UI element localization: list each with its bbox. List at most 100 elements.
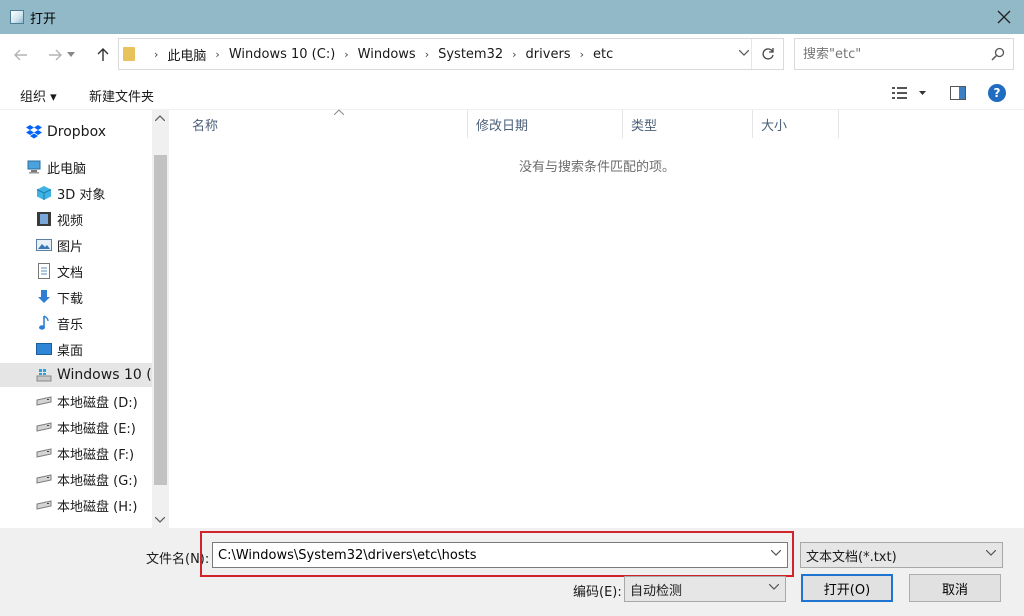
column-header-date-modified[interactable]: 修改日期 bbox=[468, 110, 623, 138]
chevron-down-icon bbox=[985, 549, 997, 559]
chevron-down-icon bbox=[768, 583, 780, 593]
downloads-icon bbox=[36, 289, 52, 305]
cancel-button[interactable]: 取消 bbox=[909, 574, 1001, 602]
sidebar-item-3d-objects[interactable]: 3D 对象 bbox=[0, 181, 152, 205]
documents-icon bbox=[36, 263, 52, 279]
sidebar-item-drive-e[interactable]: 本地磁盘 (E:) bbox=[0, 415, 152, 439]
file-type-select[interactable]: 文本文档(*.txt) bbox=[800, 542, 1003, 568]
sidebar-item-windows-c[interactable]: Windows 10 (C bbox=[0, 363, 152, 387]
chevron-up-icon bbox=[154, 115, 166, 122]
details-view-icon bbox=[892, 87, 926, 99]
column-header-type[interactable]: 类型 bbox=[623, 110, 753, 138]
breadcrumb-drive-c[interactable]: Windows 10 (C:) bbox=[229, 47, 335, 62]
notepad-icon bbox=[10, 10, 24, 24]
column-header-size[interactable]: 大小 bbox=[753, 110, 839, 138]
view-options-button[interactable] bbox=[892, 86, 928, 104]
filename-input[interactable] bbox=[218, 547, 758, 563]
breadcrumb-etc[interactable]: etc bbox=[593, 47, 613, 62]
forward-arrow-icon bbox=[49, 49, 62, 61]
sidebar-item-drive-h[interactable]: 本地磁盘 (H:) bbox=[0, 493, 152, 517]
desktop-icon bbox=[36, 341, 52, 357]
up-button[interactable] bbox=[92, 44, 114, 66]
breadcrumb-drivers[interactable]: drivers bbox=[526, 47, 571, 62]
sidebar-item-dropbox[interactable]: Dropbox bbox=[0, 120, 152, 144]
breadcrumb-this-pc[interactable]: 此电脑 bbox=[167, 45, 206, 64]
close-icon bbox=[997, 10, 1011, 24]
sidebar-item-drive-f[interactable]: 本地磁盘 (F:) bbox=[0, 441, 152, 465]
sidebar-scrollbar[interactable] bbox=[152, 110, 169, 528]
organize-menu[interactable]: 组织 ▾ bbox=[20, 86, 57, 105]
column-header-name[interactable]: 名称 bbox=[184, 108, 468, 138]
system-drive-icon bbox=[36, 367, 52, 383]
this-pc-icon bbox=[26, 159, 42, 175]
bottom-panel: 文件名(N): 文本文档(*.txt) 编码(E): 自动检测 打开(O) 取消 bbox=[0, 528, 1024, 616]
preview-pane-icon bbox=[950, 86, 966, 100]
sort-ascending-icon bbox=[333, 108, 345, 118]
sidebar-item-drive-g[interactable]: 本地磁盘 (G:) bbox=[0, 467, 152, 491]
help-button[interactable]: ? bbox=[988, 84, 1006, 102]
chevron-down-icon bbox=[67, 52, 75, 57]
chevron-right-icon: › bbox=[154, 47, 159, 61]
folder-icon bbox=[123, 47, 135, 61]
file-list[interactable]: 名称 修改日期 类型 大小 没有与搜索条件匹配的项。 bbox=[170, 108, 1024, 528]
search-icon[interactable] bbox=[991, 47, 1005, 65]
chevron-right-icon: › bbox=[512, 47, 517, 61]
sidebar-item-documents[interactable]: 文档 bbox=[0, 259, 152, 283]
sidebar-item-downloads[interactable]: 下载 bbox=[0, 285, 152, 309]
refresh-button[interactable] bbox=[751, 39, 783, 69]
up-arrow-icon bbox=[97, 48, 109, 61]
address-history-dropdown[interactable] bbox=[738, 48, 750, 59]
address-bar-row: › 此电脑 › Windows 10 (C:) › Windows › Syst… bbox=[0, 34, 1024, 76]
sidebar-item-this-pc[interactable]: 此电脑 bbox=[0, 155, 152, 179]
3d-objects-icon bbox=[36, 185, 52, 201]
scrollbar-thumb[interactable] bbox=[154, 155, 167, 485]
preview-pane-button[interactable] bbox=[950, 86, 966, 104]
pictures-icon bbox=[36, 237, 52, 253]
drive-icon bbox=[36, 497, 52, 513]
sidebar-item-drive-d[interactable]: 本地磁盘 (D:) bbox=[0, 389, 152, 413]
filename-combobox[interactable] bbox=[212, 542, 788, 568]
chevron-right-icon: › bbox=[344, 47, 349, 61]
back-button[interactable] bbox=[10, 44, 32, 66]
sidebar-item-videos[interactable]: 视频 bbox=[0, 207, 152, 231]
chevron-down-icon bbox=[770, 549, 782, 556]
sidebar-item-desktop[interactable]: 桌面 bbox=[0, 337, 152, 361]
title-bar: 打开 bbox=[0, 0, 1024, 34]
refresh-icon bbox=[761, 48, 774, 60]
drive-icon bbox=[36, 471, 52, 487]
search-input[interactable] bbox=[803, 46, 983, 62]
scroll-down-button[interactable] bbox=[154, 516, 166, 526]
forward-button[interactable] bbox=[44, 44, 66, 66]
back-arrow-icon bbox=[14, 49, 27, 61]
encoding-select[interactable]: 自动检测 bbox=[624, 576, 786, 602]
close-button[interactable] bbox=[994, 7, 1014, 27]
breadcrumb: › 此电脑 › Windows 10 (C:) › Windows › Syst… bbox=[145, 45, 613, 64]
empty-list-message: 没有与搜索条件匹配的项。 bbox=[518, 160, 675, 175]
scroll-up-button[interactable] bbox=[154, 114, 166, 124]
address-box[interactable]: › 此电脑 › Windows 10 (C:) › Windows › Syst… bbox=[118, 38, 784, 70]
sidebar-item-pictures[interactable]: 图片 bbox=[0, 233, 152, 257]
drive-icon bbox=[36, 419, 52, 435]
chevron-right-icon: › bbox=[579, 47, 584, 61]
drive-icon bbox=[36, 445, 52, 461]
music-icon bbox=[36, 315, 52, 331]
drive-icon bbox=[36, 393, 52, 409]
sidebar-item-music[interactable]: 音乐 bbox=[0, 311, 152, 335]
recent-locations-button[interactable] bbox=[64, 44, 78, 66]
search-box[interactable] bbox=[794, 38, 1014, 70]
encoding-label: 编码(E): bbox=[573, 585, 622, 600]
window-title: 打开 bbox=[30, 11, 57, 27]
navigation-pane: Dropbox 此电脑 3D 对象 视频 图片 文档 下载 音乐 桌面 Wind… bbox=[0, 110, 170, 528]
command-bar: 组织 ▾ 新建文件夹 ? bbox=[0, 76, 1024, 110]
breadcrumb-windows[interactable]: Windows bbox=[358, 47, 416, 62]
chevron-down-icon bbox=[738, 49, 750, 56]
dropbox-icon bbox=[26, 124, 42, 140]
filename-dropdown-button[interactable] bbox=[770, 549, 782, 559]
chevron-right-icon: › bbox=[424, 47, 430, 61]
open-button[interactable]: 打开(O) bbox=[801, 574, 893, 602]
chevron-right-icon: › bbox=[215, 47, 220, 61]
chevron-down-icon bbox=[154, 516, 166, 523]
new-folder-button[interactable]: 新建文件夹 bbox=[89, 86, 154, 105]
breadcrumb-system32[interactable]: System32 bbox=[438, 47, 503, 62]
videos-icon bbox=[36, 211, 52, 227]
